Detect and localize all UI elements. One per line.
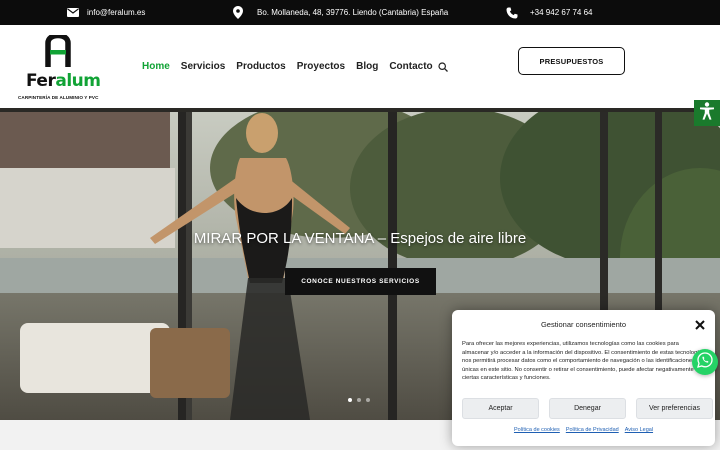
cookie-consent-dialog: Gestionar consentimiento Para ofrecer la… (452, 310, 715, 446)
preferences-button[interactable]: Ver preferencias (636, 398, 713, 419)
consent-links: Política de cookies Política de Privacid… (452, 427, 715, 433)
deny-button[interactable]: Denegar (549, 398, 626, 419)
logo-word-alum: alum (55, 71, 101, 91)
search-icon[interactable] (438, 61, 448, 72)
topbar-address-text: Bo. Mollaneda, 48, 39776. Liendo (Cantab… (257, 8, 449, 17)
slider-dot-2[interactable] (357, 398, 361, 402)
topbar-address: Bo. Mollaneda, 48, 39776. Liendo (Cantab… (233, 0, 448, 25)
phone-icon (506, 7, 518, 19)
accept-button[interactable]: Aceptar (462, 398, 539, 419)
map-pin-icon (233, 6, 243, 19)
slider-dot-3[interactable] (366, 398, 370, 402)
whatsapp-icon (697, 351, 713, 373)
legal-notice-link[interactable]: Aviso Legal (625, 427, 653, 433)
whatsapp-button[interactable] (692, 349, 718, 375)
logo-mark (45, 35, 71, 67)
slider-dot-1[interactable] (348, 398, 352, 402)
nav-item-proyectos[interactable]: Proyectos (297, 61, 345, 72)
nav-item-productos[interactable]: Productos (236, 61, 285, 72)
main-nav: Home Servicios Productos Proyectos Blog … (142, 25, 448, 108)
nav-item-servicios[interactable]: Servicios (181, 61, 225, 72)
topbar-phone[interactable]: +34 942 67 74 64 (506, 0, 593, 25)
cookie-policy-link[interactable]: Política de cookies (514, 427, 560, 433)
nav-item-blog[interactable]: Blog (356, 61, 378, 72)
logo-tagline: CARPINTERÍA DE ALUMINIO Y PVC (18, 95, 99, 100)
accessibility-icon (699, 101, 715, 125)
logo[interactable]: Feralum CARPINTERÍA DE ALUMINIO Y PVC (18, 33, 108, 101)
top-bar: info@feralum.es Bo. Mollaneda, 48, 39776… (0, 0, 720, 25)
consent-buttons: Aceptar Denegar Ver preferencias (462, 398, 713, 419)
site-header: Feralum CARPINTERÍA DE ALUMINIO Y PVC Ho… (0, 25, 720, 108)
topbar-email-text[interactable]: info@feralum.es (87, 8, 145, 17)
privacy-policy-link[interactable]: Política de Privacidad (566, 427, 619, 433)
accessibility-button[interactable] (694, 100, 720, 126)
consent-title: Gestionar consentimiento (540, 320, 627, 329)
consent-text: Para ofrecer las mejores experiencias, u… (462, 341, 705, 382)
topbar-phone-text[interactable]: +34 942 67 74 64 (530, 8, 593, 17)
envelope-icon (67, 8, 79, 17)
close-icon[interactable] (694, 318, 706, 330)
presupuestos-button[interactable]: PRESUPUESTOS (518, 47, 625, 75)
hero-services-button[interactable]: CONOCE NUESTROS SERVICIOS (285, 268, 436, 295)
slider-dots (348, 398, 370, 402)
topbar-email[interactable]: info@feralum.es (67, 0, 145, 25)
nav-item-contacto[interactable]: Contacto (389, 61, 432, 72)
hero-title: MIRAR POR LA VENTANA – Espejos de aire l… (193, 230, 527, 247)
nav-item-home[interactable]: Home (142, 61, 170, 72)
logo-wordmark: Feralum (26, 71, 101, 91)
logo-word-fer: Fer (26, 71, 56, 91)
